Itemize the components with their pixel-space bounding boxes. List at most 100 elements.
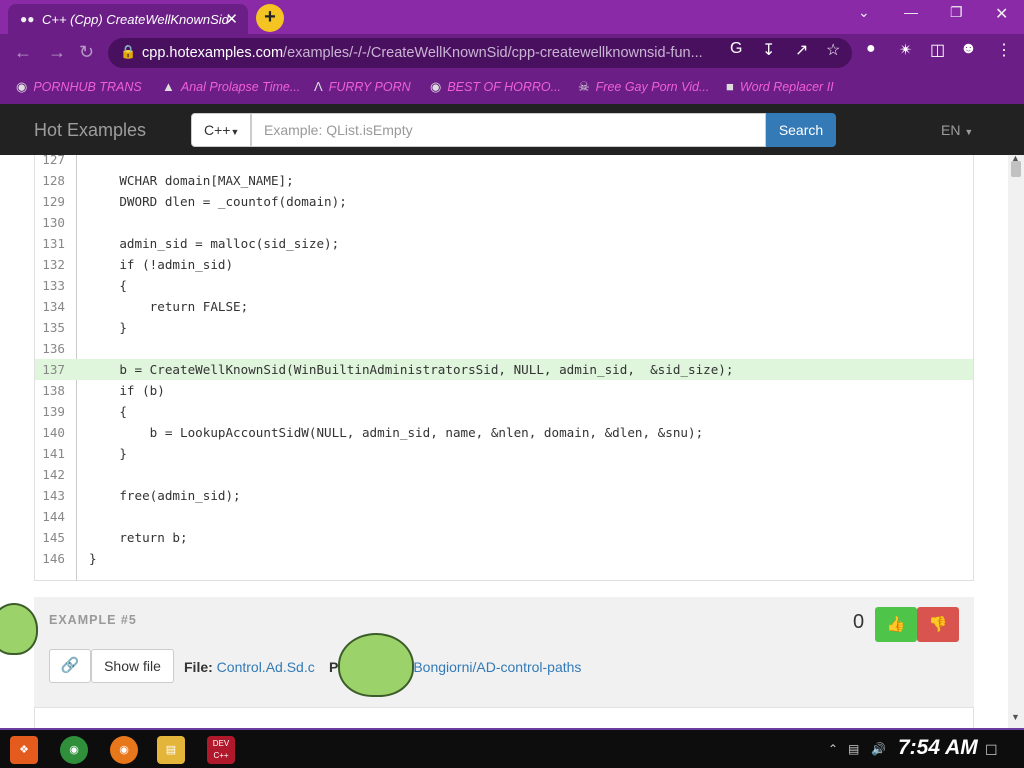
code-line: 131 admin_sid = malloc(sid_size); [35, 233, 973, 254]
file-link[interactable]: Control.Ad.Sd.c [217, 659, 315, 675]
vote-score: 0 [853, 611, 865, 633]
bookmark-item[interactable]: ■ Word Replacer II [726, 79, 834, 94]
code-line: 136 [35, 338, 973, 359]
devcpp-icon[interactable]: DEV C++ [207, 736, 235, 764]
lock-icon[interactable]: 🔒 [120, 44, 136, 60]
project-link[interactable]: Bongiorni/AD-control-paths [413, 659, 581, 675]
code-line: 133 { [35, 275, 973, 296]
line-number: 127 [42, 155, 65, 167]
browser-menu-icon[interactable]: ⋮ [996, 40, 1012, 60]
line-number: 139 [42, 404, 65, 419]
code-line: 127 [35, 155, 973, 170]
code-line: 138 if (b) [35, 380, 973, 401]
site-favicon-icon: ●● [20, 12, 35, 26]
language-select[interactable]: C++▼ [191, 113, 251, 147]
code-text: { [89, 278, 127, 293]
thumbs-up-icon: 👍 [886, 616, 906, 633]
bookmark-item[interactable]: ◉ PORNHUB TRANS [16, 79, 142, 95]
line-number: 134 [42, 299, 65, 314]
bookmark-item[interactable]: ☠ Free Gay Porn Vid... [578, 79, 709, 95]
code-text: if (!admin_sid) [89, 257, 234, 272]
code-line: 132 if (!admin_sid) [35, 254, 973, 275]
code-text: b = CreateWellKnownSid(WinBuiltinAdminis… [89, 362, 734, 377]
downvote-button[interactable]: 👎 [917, 607, 959, 642]
globe-icon: ◉ [16, 79, 28, 94]
line-number: 129 [42, 194, 65, 209]
site-navbar: Hot Examples C++▼ Example: QList.isEmpty… [0, 104, 1024, 155]
install-app-icon[interactable]: ↧ [762, 40, 775, 60]
browser-tab-strip: ●● C++ (Cpp) CreateWellKnownSid ✕ + ⌄ — … [0, 0, 1024, 34]
search-input[interactable]: Example: QList.isEmpty [251, 113, 766, 147]
bookmark-item[interactable]: ◉ BEST OF HORRO... [430, 79, 561, 95]
thumbs-down-icon: 👎 [928, 616, 948, 633]
bookmark-star-icon[interactable]: ☆ [826, 40, 840, 60]
site-brand[interactable]: Hot Examples [34, 120, 146, 141]
code-line: 139 { [35, 401, 973, 422]
example-header: EXAMPLE #5 0 👍 👎 🔗 Show file File: Contr… [34, 597, 974, 707]
tab-close-icon[interactable]: ✕ [225, 10, 238, 28]
code-text: DWORD dlen = _countof(domain); [89, 194, 347, 209]
firefox-icon[interactable]: ◉ [110, 736, 138, 764]
code-line: 142 [35, 464, 973, 485]
extension-avatar-icon[interactable]: ● [866, 40, 876, 58]
permalink-button[interactable]: 🔗 [49, 649, 91, 683]
code-text: WCHAR domain[MAX_NAME]; [89, 173, 294, 188]
page-scrollbar[interactable]: ▲ ▼ [1008, 153, 1024, 728]
lambda-icon: Λ [314, 79, 323, 94]
globe-icon: ◉ [430, 79, 442, 94]
mascot-sticker [338, 633, 414, 697]
code-text: admin_sid = malloc(sid_size); [89, 236, 340, 251]
line-number: 146 [42, 551, 65, 566]
line-number: 133 [42, 278, 65, 293]
code-line: 145 return b; [35, 527, 973, 548]
line-number: 135 [42, 320, 65, 335]
back-icon[interactable]: ← [14, 42, 32, 63]
url-path: /examples/-/-/CreateWellKnownSid/cpp-cre… [283, 45, 703, 61]
forward-icon[interactable]: → [48, 42, 66, 63]
scroll-down-icon[interactable]: ▼ [1011, 712, 1020, 722]
bookmark-item[interactable]: Λ FURRY PORN [314, 79, 411, 94]
code-line: 143 free(admin_sid); [35, 485, 973, 506]
caret-down-icon: ▼ [230, 127, 240, 137]
locale-select[interactable]: EN ▼ [941, 122, 973, 138]
bookmark-item[interactable]: ▲ Anal Prolapse Time... [162, 79, 300, 94]
code-line: 134 return FALSE; [35, 296, 973, 317]
code-text: free(admin_sid); [89, 488, 241, 503]
reload-icon[interactable]: ↻ [79, 42, 94, 63]
browser-toolbar: ← → ↻ 🔒 cpp.hotexamples.com/examples/-/-… [0, 34, 1024, 72]
notifications-icon[interactable]: ☐ [985, 742, 998, 759]
profile-avatar-icon[interactable]: ☻ [960, 40, 977, 58]
upvote-button[interactable]: 👍 [875, 607, 917, 642]
start-icon[interactable]: ❖ [10, 736, 38, 764]
flame-icon: ▲ [162, 79, 175, 94]
line-number: 144 [42, 509, 65, 524]
scroll-thumb[interactable] [1011, 161, 1021, 177]
chrome-icon[interactable]: ◉ [60, 736, 88, 764]
line-number: 136 [42, 341, 65, 356]
code-text: if (b) [89, 383, 165, 398]
taskbar-clock[interactable]: 7:54 AM [898, 736, 978, 760]
file-explorer-icon[interactable]: ▤ [157, 736, 185, 764]
tab-search-chevron-icon[interactable]: ⌄ [858, 4, 870, 21]
browser-tab-active[interactable]: ●● C++ (Cpp) CreateWellKnownSid ✕ [8, 4, 248, 34]
google-lens-icon[interactable]: G [730, 40, 742, 58]
extensions-puzzle-icon[interactable]: ✴ [899, 40, 912, 60]
minimize-icon[interactable]: — [904, 4, 918, 20]
code-text: } [89, 446, 127, 461]
search-button[interactable]: Search [766, 113, 836, 147]
share-icon[interactable]: ↗ [795, 40, 808, 60]
code-line: 129 DWORD dlen = _countof(domain); [35, 191, 973, 212]
code-line: 130 [35, 212, 973, 233]
show-file-button[interactable]: Show file [91, 649, 174, 683]
new-tab-button[interactable]: + [256, 4, 284, 32]
url-domain: cpp.hotexamples.com [142, 45, 284, 61]
caret-down-icon: ▼ [964, 127, 974, 137]
side-panel-icon[interactable]: ◫ [930, 40, 945, 60]
volume-icon[interactable]: 🔊 [871, 742, 886, 756]
code-text: } [89, 320, 127, 335]
network-icon[interactable]: ▤ [848, 742, 859, 756]
close-window-icon[interactable]: ✕ [995, 4, 1008, 24]
restore-icon[interactable]: ❐ [950, 4, 963, 21]
next-code-block [34, 707, 974, 728]
tray-chevron-icon[interactable]: ⌃ [828, 742, 838, 756]
